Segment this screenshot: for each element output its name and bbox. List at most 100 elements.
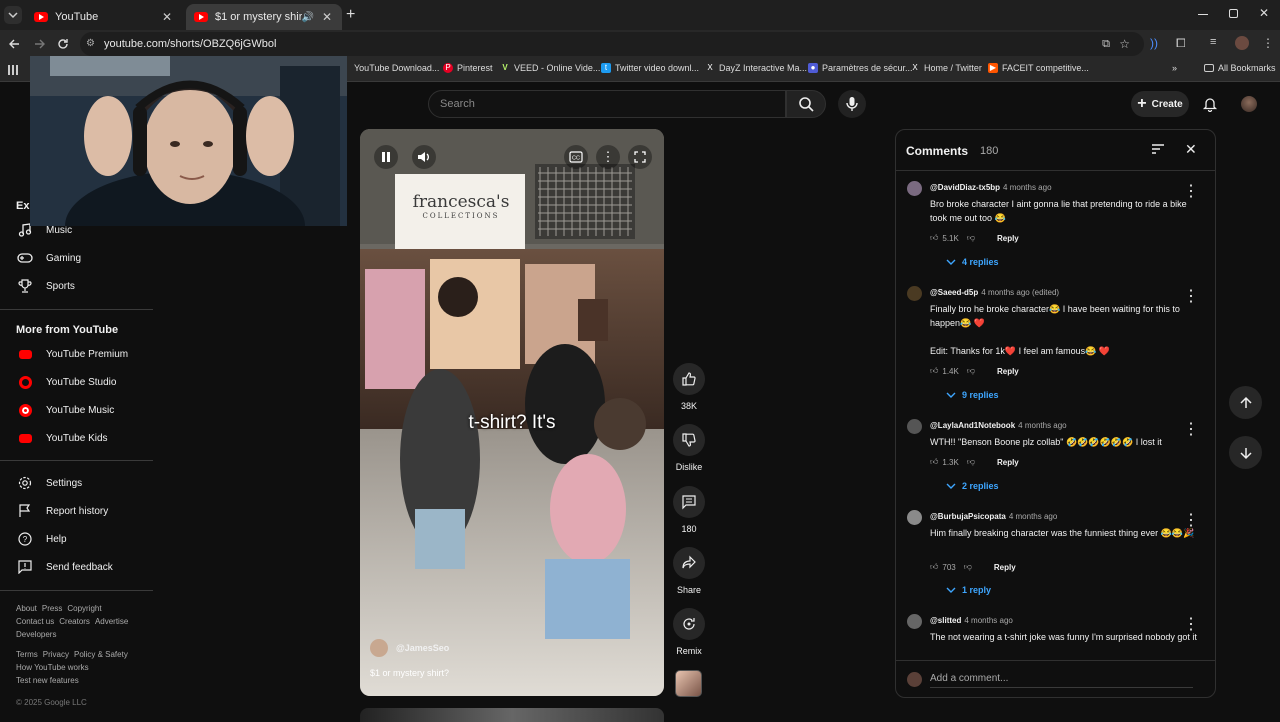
view-replies-button[interactable]: 9 replies	[946, 390, 999, 400]
comment-author[interactable]: @slitted	[930, 616, 961, 625]
fullscreen-button[interactable]	[628, 145, 652, 169]
apps-grid-icon[interactable]	[8, 65, 18, 75]
sidebar-item-youtube-kids[interactable]: YouTube Kids	[0, 424, 153, 452]
close-window-icon[interactable]: ✕	[1259, 6, 1269, 20]
close-icon[interactable]: ✕	[1185, 141, 1197, 158]
dislike-icon[interactable]: 👎︎	[967, 457, 975, 467]
reply-button[interactable]: Reply	[997, 458, 1019, 467]
bookmark-youtube-download[interactable]: YouTube Download...	[354, 63, 439, 73]
more-bookmarks-icon[interactable]: »	[1172, 63, 1177, 73]
footer-link[interactable]: Advertise	[95, 617, 128, 626]
comment-author[interactable]: @LaylaAnd1Notebook	[930, 421, 1015, 430]
view-replies-button[interactable]: 2 replies	[946, 481, 999, 491]
footer-link[interactable]: How YouTube works	[16, 663, 89, 672]
footer-link[interactable]: Privacy	[43, 650, 69, 659]
pause-button[interactable]	[374, 145, 398, 169]
bookmark-parametres[interactable]: ● Paramètres de sécur...	[808, 63, 913, 73]
remix-button[interactable]: Remix	[672, 608, 706, 656]
close-tab-icon[interactable]: ✕	[160, 10, 174, 24]
sort-icon[interactable]	[1151, 143, 1165, 155]
bookmark-faceit[interactable]: ▶ FACEIT competitive...	[988, 63, 1089, 73]
commenter-avatar[interactable]	[907, 419, 922, 434]
sidebar-item-send-feedback[interactable]: Send feedback	[0, 553, 153, 581]
comment-author[interactable]: @Saeed-d5p	[930, 288, 978, 297]
tab-search-icon[interactable]	[4, 6, 22, 24]
sound-thumbnail[interactable]	[675, 670, 702, 697]
reply-button[interactable]: Reply	[997, 234, 1019, 243]
captions-button[interactable]: CC	[564, 145, 588, 169]
voice-search-button[interactable]	[838, 90, 866, 118]
footer-link[interactable]: Test new features	[16, 676, 79, 685]
comment-author[interactable]: @DavidDiaz-tx5bp	[930, 183, 1000, 192]
next-short-button[interactable]	[1229, 436, 1262, 469]
browser-menu-icon[interactable]: ⋮	[1262, 36, 1278, 52]
like-icon[interactable]: 👍︎	[930, 366, 938, 376]
volume-button[interactable]	[412, 145, 436, 169]
dislike-icon[interactable]: 👎︎	[967, 366, 975, 376]
sidebar-item-settings[interactable]: Settings	[0, 469, 153, 497]
close-tab-icon[interactable]: ✕	[320, 10, 334, 24]
media-icon[interactable]: ≡	[1210, 36, 1226, 52]
footer-link[interactable]: Copyright	[67, 604, 101, 613]
like-button[interactable]: 38K	[672, 363, 706, 411]
forward-icon[interactable]	[31, 36, 47, 52]
profile-avatar[interactable]	[1235, 36, 1249, 50]
tab-youtube[interactable]: YouTube ✕	[26, 4, 182, 30]
speaker-icon[interactable]: 🔊	[302, 12, 314, 23]
bookmark-dayz[interactable]: X DayZ Interactive Ma...	[705, 63, 807, 73]
footer-link[interactable]: Creators	[59, 617, 90, 626]
sidebar-item-report-history[interactable]: Report history	[0, 497, 153, 525]
footer-link[interactable]: Terms	[16, 650, 38, 659]
search-input[interactable]: Search	[428, 90, 786, 118]
comment-author[interactable]: @BurbujaPsicopata	[930, 512, 1006, 521]
extension-audio-icon[interactable]: ))	[1150, 36, 1166, 52]
like-icon[interactable]: 👍︎	[930, 457, 938, 467]
sidebar-item-youtube-music[interactable]: YouTube Music	[0, 396, 153, 424]
notifications-bell-icon[interactable]	[1202, 96, 1218, 112]
footer-link[interactable]: About	[16, 604, 37, 613]
address-bar[interactable]: ⚙ youtube.com/shorts/OBZQ6jGWbol ⧉ ☆	[80, 32, 1144, 56]
footer-link[interactable]: Policy & Safety	[74, 650, 128, 659]
commenter-avatar[interactable]	[907, 614, 922, 629]
sidebar-item-help[interactable]: ? Help	[0, 525, 153, 553]
reply-button[interactable]: Reply	[997, 367, 1019, 376]
bookmark-twitter-downloader[interactable]: t Twitter video downl...	[601, 63, 699, 73]
view-replies-button[interactable]: 4 replies	[946, 257, 999, 267]
bookmark-home-twitter[interactable]: X Home / Twitter	[910, 63, 982, 73]
previous-short-button[interactable]	[1229, 386, 1262, 419]
sidebar-item-sports[interactable]: Sports	[0, 272, 153, 300]
new-tab-button[interactable]: +	[346, 6, 355, 24]
like-icon[interactable]: 👍︎	[930, 562, 938, 572]
dislike-button[interactable]: Dislike	[672, 424, 706, 472]
extensions-icon[interactable]: ⧠	[1176, 36, 1192, 52]
site-info-icon[interactable]: ⚙	[86, 32, 95, 56]
bookmark-veed[interactable]: V VEED - Online Vide...	[500, 63, 600, 73]
comments-button[interactable]: 180	[672, 486, 706, 534]
channel-link[interactable]: @JamesSeo	[370, 639, 449, 657]
view-replies-button[interactable]: 1 reply	[946, 585, 991, 595]
bookmark-star-icon[interactable]: ☆	[1119, 32, 1130, 56]
reload-icon[interactable]	[55, 36, 71, 52]
share-button[interactable]: Share	[672, 547, 706, 595]
tab-shorts[interactable]: $1 or mystery shirt? - YouTu 🔊 ✕	[186, 4, 342, 30]
back-icon[interactable]	[7, 36, 23, 52]
account-avatar[interactable]	[1241, 96, 1257, 112]
dislike-icon[interactable]: 👎︎	[964, 562, 972, 572]
sidebar-item-gaming[interactable]: Gaming	[0, 244, 153, 272]
search-button[interactable]	[786, 90, 826, 118]
sidebar-item-youtube-premium[interactable]: YouTube Premium	[0, 340, 153, 368]
footer-link[interactable]: Developers	[16, 630, 56, 639]
video-more-button[interactable]: ⋮	[596, 145, 620, 169]
footer-link[interactable]: Press	[42, 604, 62, 613]
commenter-avatar[interactable]	[907, 510, 922, 525]
sidebar-item-youtube-studio[interactable]: YouTube Studio	[0, 368, 153, 396]
install-icon[interactable]: ⧉	[1102, 32, 1110, 56]
footer-link[interactable]: Contact us	[16, 617, 54, 626]
minimize-icon[interactable]	[1198, 14, 1208, 15]
restore-icon[interactable]	[1229, 9, 1238, 18]
commenter-avatar[interactable]	[907, 286, 922, 301]
commenter-avatar[interactable]	[907, 181, 922, 196]
create-button[interactable]: + Create	[1131, 91, 1189, 117]
shorts-video-player[interactable]: francesca's COLLECTIONS CC ⋮ t-shirt? It…	[360, 129, 664, 696]
all-bookmarks-folder[interactable]: All Bookmarks	[1204, 63, 1276, 73]
